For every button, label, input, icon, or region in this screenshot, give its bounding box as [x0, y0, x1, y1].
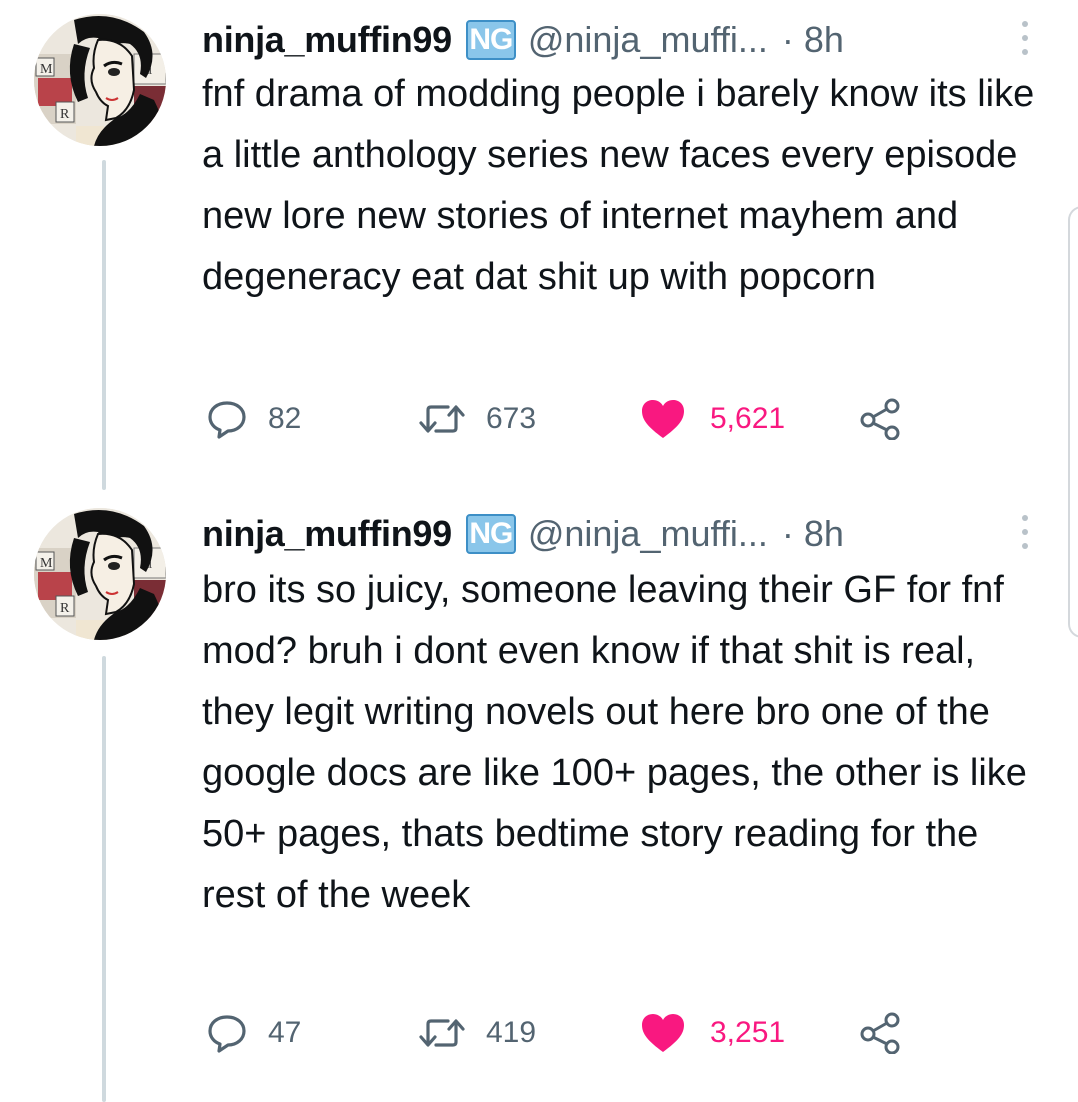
heart-filled-icon — [642, 400, 684, 438]
separator: · — [781, 19, 794, 60]
scrollbar-edge[interactable] — [1068, 206, 1078, 638]
thread-line-2 — [102, 656, 106, 1102]
timestamp[interactable]: 8h — [804, 19, 844, 61]
like-button[interactable]: 3,251 — [640, 1008, 785, 1058]
svg-text:R: R — [60, 601, 70, 616]
handle[interactable]: @ninja_muffi... — [528, 513, 768, 555]
retweet-count: 419 — [486, 1016, 537, 1049]
avatar[interactable]: M R a — [34, 14, 166, 146]
retweet-button[interactable]: 419 — [418, 1008, 536, 1058]
timestamp[interactable]: 8h — [804, 513, 844, 555]
manga-portrait-avatar-icon: M R a — [34, 14, 166, 146]
retweet-button[interactable]: 673 — [418, 394, 536, 444]
ng-badge-icon: NG — [465, 514, 516, 554]
reply-count: 47 — [268, 1016, 302, 1049]
like-count: 5,621 — [710, 402, 786, 435]
svg-text:M: M — [40, 556, 53, 571]
more-options-icon[interactable] — [1020, 18, 1030, 58]
share-icon — [860, 1012, 900, 1054]
share-button[interactable] — [858, 1008, 904, 1058]
reply-button[interactable]: 47 — [206, 1008, 301, 1058]
reply-icon — [208, 401, 246, 439]
reply-button[interactable]: 82 — [206, 394, 301, 444]
share-icon — [860, 398, 900, 440]
reply-count: 82 — [268, 402, 302, 435]
display-name[interactable]: ninja_muffin99 — [202, 513, 452, 555]
tweet-text: bro its so juicy, someone leaving their … — [202, 569, 1027, 916]
avatar[interactable]: M R a — [34, 508, 166, 640]
like-button[interactable]: 5,621 — [640, 394, 785, 444]
tweet-actions: 82 673 5,621 — [202, 394, 962, 444]
more-options-icon[interactable] — [1020, 512, 1030, 552]
tweet-text: fnf drama of modding people i barely kno… — [202, 73, 1035, 298]
tweet-actions: 47 419 3,251 — [202, 1008, 962, 1058]
tweet-header: ninja_muffin99 NG @ninja_muffi... · 8h — [202, 16, 844, 64]
retweet-icon — [419, 405, 465, 433]
like-count: 3,251 — [710, 1016, 786, 1049]
handle[interactable]: @ninja_muffi... — [528, 19, 768, 61]
ng-badge-icon: NG — [465, 20, 516, 60]
reply-icon — [208, 1015, 246, 1053]
heart-filled-icon — [642, 1014, 684, 1052]
separator: · — [781, 513, 794, 554]
thread-line-1 — [102, 160, 106, 490]
retweet-count: 673 — [486, 402, 537, 435]
svg-text:M: M — [40, 62, 53, 77]
display-name[interactable]: ninja_muffin99 — [202, 19, 452, 61]
tweet-header: ninja_muffin99 NG @ninja_muffi... · 8h — [202, 510, 844, 558]
svg-text:R: R — [60, 107, 70, 122]
share-button[interactable] — [858, 394, 904, 444]
manga-portrait-avatar-icon: M R a — [34, 508, 166, 640]
retweet-icon — [419, 1019, 465, 1047]
